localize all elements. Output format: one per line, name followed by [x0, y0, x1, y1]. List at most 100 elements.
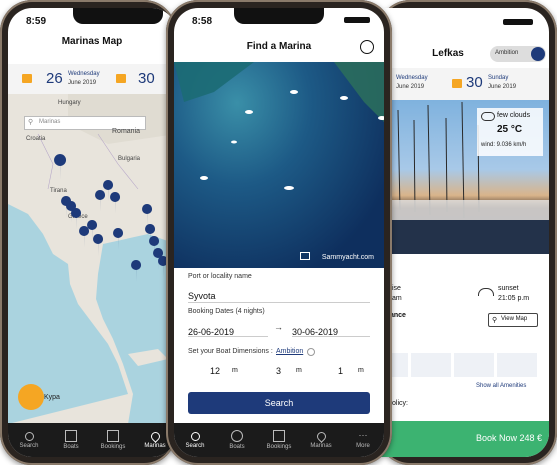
notch: [234, 8, 324, 24]
aerial-boats: [174, 62, 384, 190]
weather-wind: wind: 9.036 km/h: [481, 142, 527, 148]
draft-unit: m: [358, 367, 364, 374]
width-unit: m: [296, 367, 302, 374]
marina-photo: few clouds 25 °C wind: 9.036 km/h: [378, 100, 549, 254]
tab-bar: Search Boats Bookings Marinas: [8, 423, 176, 457]
draft-input[interactable]: 1 m: [314, 366, 366, 380]
photo-watermark: Sammyacht.com: [321, 254, 374, 261]
left-screen: 8:59 Marinas Map 26 Wednesday June 2019 …: [8, 8, 176, 457]
tab-label: Boats: [229, 444, 245, 450]
tab-search[interactable]: Search: [8, 423, 50, 457]
date-from-input[interactable]: 26-06-2019: [188, 322, 268, 337]
profile-icon[interactable]: [360, 40, 374, 54]
marina-pin: [79, 226, 90, 248]
tab-more[interactable]: ··· More: [342, 423, 384, 457]
tab-search[interactable]: Search: [174, 423, 216, 457]
sunset-icon: [478, 288, 494, 296]
amenity-fuel-icon[interactable]: [454, 353, 494, 377]
view-map-button[interactable]: ⚲ View Map: [488, 313, 538, 327]
marina-pin: [93, 234, 104, 256]
date-to-day: 30: [138, 70, 155, 87]
info-icon: [307, 348, 315, 356]
left-phone: 8:59 Marinas Map 26 Wednesday June 2019 …: [0, 0, 176, 465]
amenity-wifi-icon[interactable]: [497, 353, 537, 377]
boat: [245, 110, 253, 114]
tab-marinas[interactable]: Marinas: [300, 423, 342, 457]
search-icon: [190, 431, 200, 441]
width-input[interactable]: 3 m: [252, 366, 304, 380]
date-to-input[interactable]: 30-06-2019: [292, 322, 370, 337]
cloud-icon: [481, 112, 495, 121]
boat: [284, 186, 294, 190]
boat-dimensions-label: Set your Boat Dimensions :: [188, 348, 273, 355]
boat-dimensions-link[interactable]: Ambition: [276, 348, 303, 355]
pin-icon: [148, 429, 162, 443]
booking-dates-label: Booking Dates (4 nights): [188, 308, 265, 315]
marina-pin: [110, 192, 121, 214]
length-input[interactable]: 12 m: [188, 366, 240, 380]
tab-boats[interactable]: Boats: [50, 423, 92, 457]
tab-bookings[interactable]: Bookings: [92, 423, 134, 457]
date-to-month: June 2019: [488, 84, 517, 90]
search-icon: [24, 431, 34, 441]
tab-label: More: [356, 443, 370, 449]
marina-pin: [142, 204, 153, 226]
marina-pin: [131, 260, 142, 282]
toggle-label: Ambition: [495, 50, 519, 56]
hero-image: Sammyacht.com: [174, 62, 384, 268]
tab-label: Search: [185, 442, 205, 449]
tab-label: Marinas: [310, 442, 332, 449]
marina-pin: [95, 190, 106, 212]
boat: [231, 140, 237, 144]
search-form: Port or locality name Syvota Booking Dat…: [174, 268, 384, 423]
right-screen: Lefkas Ambition Wednesday June 2019 30 S…: [378, 8, 549, 457]
boat: [290, 90, 298, 94]
camera-icon: [300, 252, 310, 260]
date-bar[interactable]: Wednesday June 2019 30 Sunday June 2019: [378, 68, 549, 100]
width-value: 3: [276, 366, 282, 376]
pin-icon: [314, 429, 328, 443]
tab-label: Marinas: [144, 442, 166, 449]
date-from-weekday: Wednesday: [68, 71, 100, 77]
status-time: 8:59: [26, 16, 47, 27]
page-title: Find a Marina: [246, 41, 312, 52]
map-view[interactable]: ⚲ Marinas Hungary Romania Croatia Bulgar…: [8, 94, 176, 423]
date-from-month: June 2019: [396, 84, 425, 90]
tab-boats[interactable]: Boats: [216, 423, 258, 457]
book-now-button[interactable]: Book Now 248 €: [378, 421, 549, 457]
middle-screen: 8:58 Find a Marina Sammyacht.com Port or…: [174, 8, 384, 457]
boat-toggle[interactable]: Ambition: [490, 46, 546, 62]
date-from-day: 26: [46, 70, 63, 87]
port-label: Port or locality name: [188, 273, 252, 280]
sunset-time: 21:05 p.m: [498, 295, 530, 302]
marina-pin: [54, 154, 67, 180]
marina-pin: [113, 228, 124, 250]
tab-label: Bookings: [266, 444, 292, 450]
weather-temperature: 25 °C: [497, 124, 523, 135]
lock-icon: [531, 47, 545, 61]
boat-icon: [231, 430, 243, 442]
search-button[interactable]: Search: [188, 392, 370, 414]
port-input[interactable]: Syvota: [188, 286, 370, 302]
bookings-icon: [273, 430, 285, 442]
location-button[interactable]: [18, 384, 44, 410]
right-phone: Lefkas Ambition Wednesday June 2019 30 S…: [378, 0, 557, 465]
date-from-value: 26-06-2019: [188, 327, 235, 337]
tab-label: Boats: [63, 444, 79, 450]
date-bar[interactable]: 26 Wednesday June 2019 30: [8, 64, 176, 94]
boat: [200, 176, 208, 180]
sunrise-label: ise: [392, 285, 401, 292]
map-icon: ⚲: [492, 317, 498, 324]
calendar-icon: [452, 79, 462, 88]
status-icons: [503, 19, 533, 25]
amenity-water-icon[interactable]: [411, 353, 451, 377]
view-map-label: View Map: [501, 316, 528, 322]
boat-icon: [65, 430, 77, 442]
middle-phone: 8:58 Find a Marina Sammyacht.com Port or…: [166, 0, 392, 465]
show-all-amenities-link[interactable]: Show all Amenities: [476, 383, 526, 389]
arrow-right-icon: →: [274, 322, 283, 332]
length-unit: m: [232, 367, 238, 374]
marina-pin: [71, 208, 82, 230]
tab-bookings[interactable]: Bookings: [258, 423, 300, 457]
weather-description: few clouds: [497, 112, 531, 119]
